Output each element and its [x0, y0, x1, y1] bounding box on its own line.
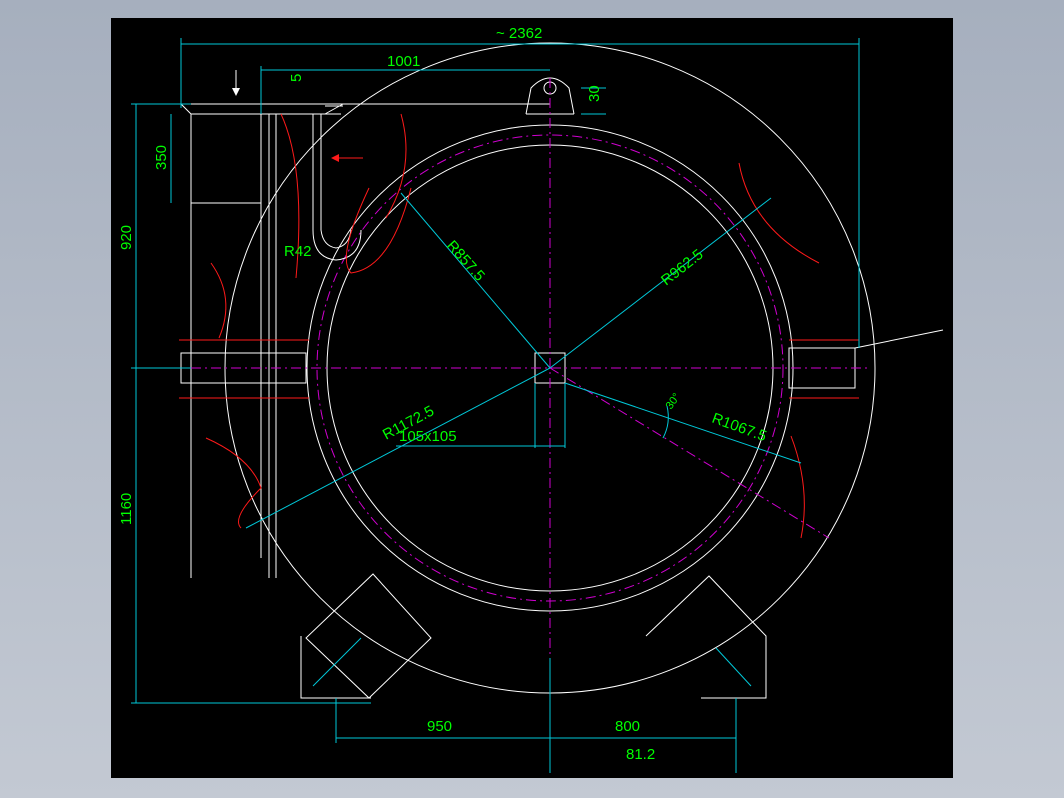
dim-center-block: 105x105 — [399, 428, 457, 445]
dim-overall-width: ~ 2362 — [496, 25, 542, 42]
side-bosses — [179, 329, 944, 399]
dim-radius-bolt: R1067.5 — [710, 410, 769, 445]
drawing-canvas: ~ 2362 1001 5 30 350 920 1160 950 800 81… — [118, 25, 944, 773]
dim-lower-total: 1160 — [118, 493, 135, 525]
dim-angle: 30° — [664, 391, 683, 412]
dim-bottom-extra: 81.2 — [626, 746, 655, 763]
dim-upper-total: 920 — [118, 225, 135, 250]
dimension-lines — [131, 38, 860, 773]
dim-bottom-right: 800 — [615, 718, 640, 735]
dim-radius-inner: R857.5 — [443, 237, 488, 284]
cad-viewport[interactable]: ~ 2362 1001 5 30 350 920 1160 950 800 81… — [111, 18, 953, 778]
dim-radius-small: R42 — [284, 243, 312, 260]
hatch-arcs — [205, 113, 820, 539]
dim-upper-height: 350 — [153, 145, 170, 170]
dim-lug-height: 30 — [586, 85, 603, 102]
dim-radius-mid: R962.5 — [658, 246, 707, 289]
section-arrow-icon — [331, 154, 363, 162]
support-feet — [300, 573, 767, 699]
dim-top-offset: 1001 — [387, 53, 420, 70]
dim-small-gap: 5 — [288, 74, 305, 82]
direction-arrow-icon — [232, 70, 240, 96]
dim-bottom-left: 950 — [427, 718, 452, 735]
